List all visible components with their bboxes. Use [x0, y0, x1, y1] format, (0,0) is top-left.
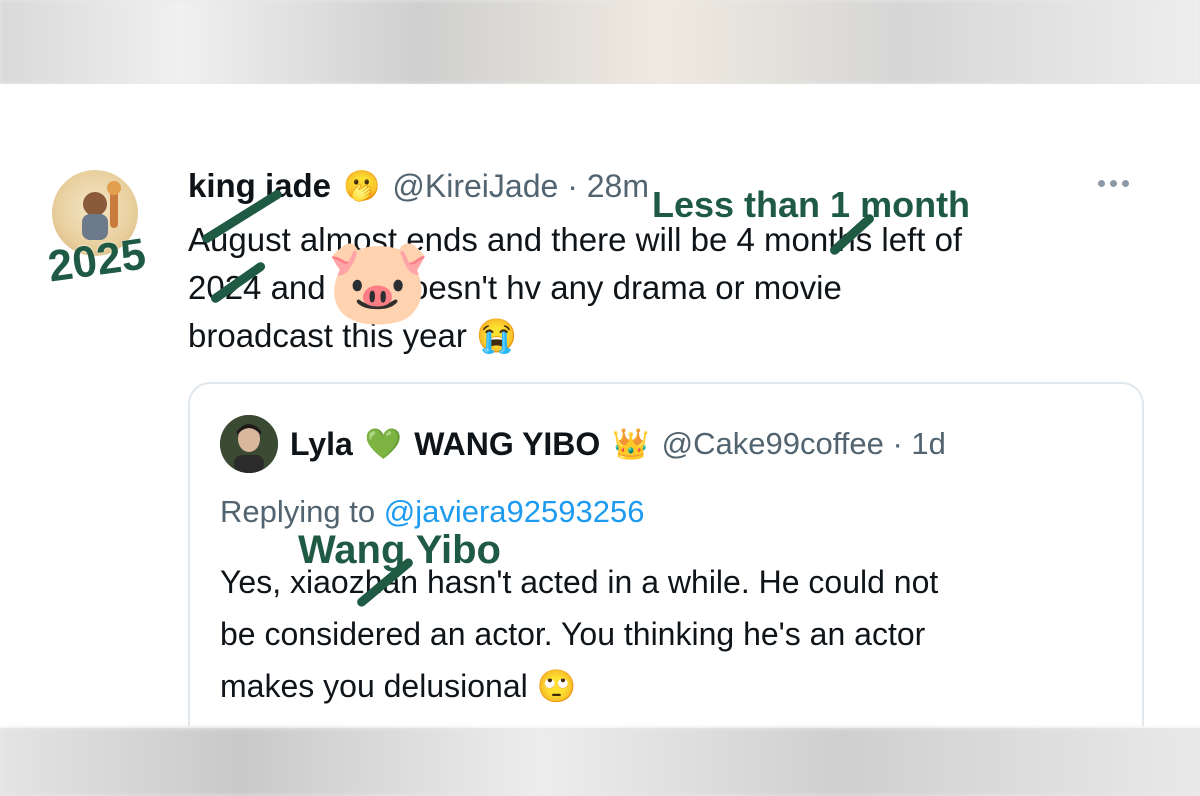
quoted-line: makes you delusional 🙄: [220, 660, 1120, 712]
green-heart-emoji: 💚: [364, 427, 403, 461]
quoted-display-name-suffix[interactable]: WANG YIBO: [414, 426, 600, 463]
blurred-background-bottom: [0, 728, 1200, 796]
more-options-icon[interactable]: [1098, 180, 1129, 187]
dot-icon: [1098, 180, 1105, 187]
person-photo-icon: [220, 415, 278, 473]
quoted-handle-and-time[interactable]: @Cake99coffee · 1d: [662, 426, 946, 462]
blurred-background-top: [0, 0, 1200, 84]
replying-to-label: Replying to: [220, 494, 376, 529]
tweet-header: king jade 🫢 @KireiJade · 28m: [188, 166, 649, 206]
handle-and-time[interactable]: @KireiJade · 28m: [392, 168, 649, 205]
quoted-line-text: makes you delusional: [220, 668, 528, 704]
quoted-user-avatar[interactable]: [220, 415, 278, 473]
eye-roll-emoji: 🙄: [536, 668, 577, 704]
dot-icon: [1122, 180, 1129, 187]
pig-sticker: 🐷: [326, 234, 431, 328]
quoted-tweet-text: Yes, xiaozhan hasn't acted in a while. H…: [220, 556, 1120, 712]
crying-emoji: 😭: [475, 317, 518, 354]
quoted-line: be considered an actor. You thinking he'…: [220, 616, 926, 652]
quoted-tweet-header: Lyla 💚 WANG YIBO 👑 @Cake99coffee · 1d: [290, 424, 946, 464]
quoted-display-name[interactable]: Lyla: [290, 426, 353, 463]
display-name-emoji: 🫢: [343, 169, 381, 203]
replying-to-mention[interactable]: @javiera92593256: [384, 494, 645, 529]
months-correction-label: Less than 1 month: [652, 184, 971, 225]
dot-icon: [1110, 180, 1117, 187]
replying-to: Replying to @javiera92593256: [220, 494, 644, 530]
crown-emoji: 👑: [612, 427, 650, 461]
